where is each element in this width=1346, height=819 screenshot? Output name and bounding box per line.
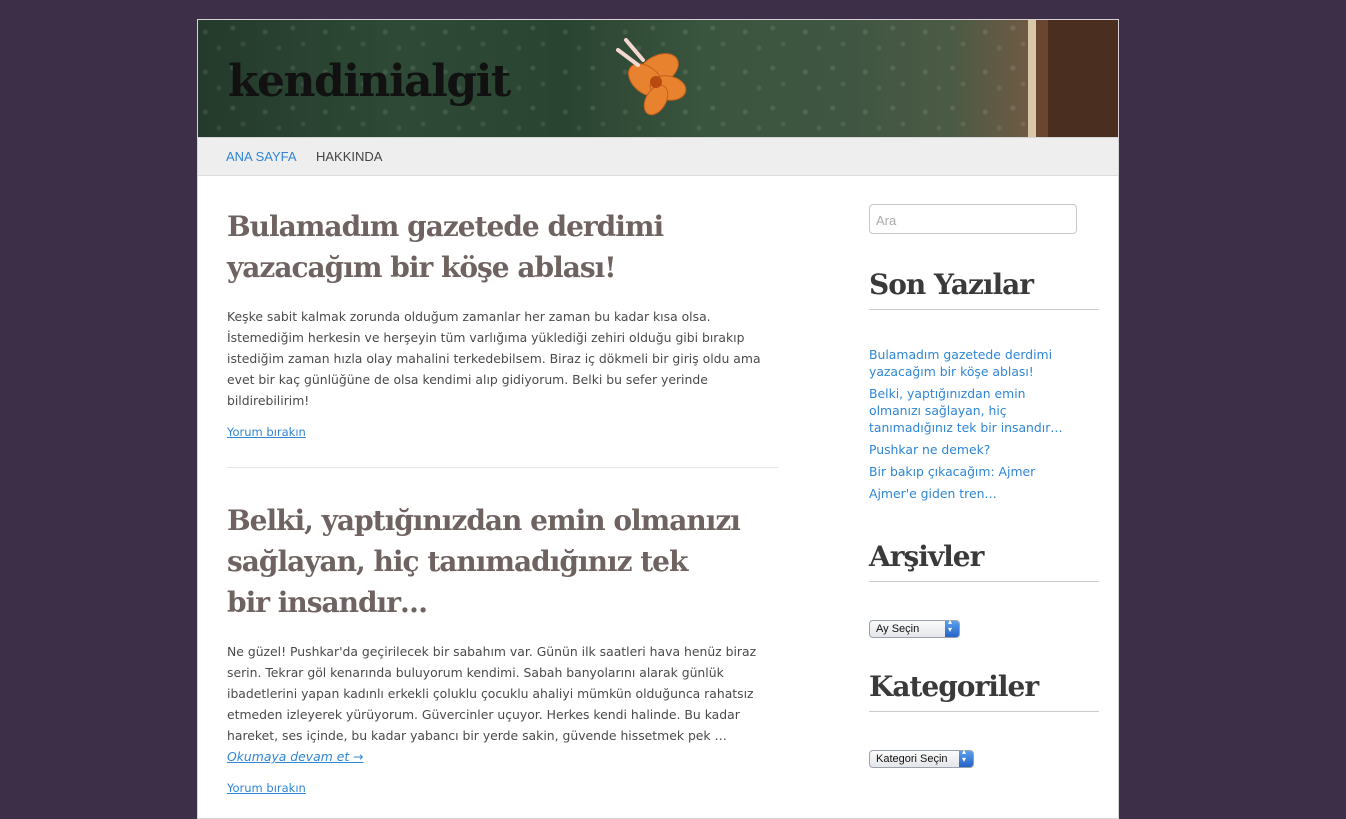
post-excerpt-text: Ne güzel! Pushkar'da geçirilecek bir sab… <box>227 644 757 743</box>
post-title-line[interactable]: Bulamadım gazetede derdimi <box>227 210 664 243</box>
post-title-line[interactable]: Belki, yaptığınızdan emin olmanızı <box>227 504 741 537</box>
recent-post-link[interactable]: Ajmer'e giden tren… <box>869 485 1069 502</box>
archives-dropdown[interactable]: Ay Seçin <box>869 617 960 638</box>
nav-item-hakkinda[interactable]: HAKKINDA <box>316 149 382 164</box>
archives-dropdown-value: Ay Seçin <box>876 623 920 635</box>
recent-posts-title: Son Yazılar <box>869 268 1099 310</box>
dropdown-arrow-icon <box>959 747 973 767</box>
nav-item-ana-sayfa[interactable]: ANA SAYFA <box>226 149 297 164</box>
recent-post-link[interactable]: Bir bakıp çıkacağım: Ajmer <box>869 463 1069 480</box>
comment-link[interactable]: Yorum bırakın <box>227 425 779 439</box>
post-title-line[interactable]: yazacağım bir köşe ablası! <box>227 251 617 284</box>
post-title[interactable]: Belki, yaptığınızdan emin olmanızı sağla… <box>227 500 779 623</box>
post-excerpt: Keşke sabit kalmak zorunda olduğum zaman… <box>227 309 761 408</box>
flower-image <box>616 38 687 116</box>
post-excerpt: Ne güzel! Pushkar'da geçirilecek bir sab… <box>227 641 779 767</box>
post-article: Belki, yaptığınızdan emin olmanızı sağla… <box>227 500 779 795</box>
post-article: Bulamadım gazetede derdimi yazacağım bir… <box>227 206 779 439</box>
categories-title: Kategoriler <box>869 670 1099 712</box>
site-title[interactable]: kendinialgit <box>228 56 511 107</box>
comment-link[interactable]: Yorum bırakın <box>227 781 779 795</box>
main-navigation: ANA SAYFA HAKKINDA <box>198 137 1118 176</box>
dropdown-arrow-icon <box>945 617 959 637</box>
recent-post-link[interactable]: Belki, yaptığınızdan emin olmanızı sağla… <box>869 385 1069 436</box>
post-title-line[interactable]: sağlayan, hiç tanımadığınız tek <box>227 545 688 578</box>
search-input[interactable]: Ara <box>869 204 1077 234</box>
read-more-link[interactable]: Okumaya devam et → <box>227 749 364 764</box>
categories-dropdown-value: Kategori Seçin <box>876 753 948 765</box>
frame-image <box>1028 20 1118 137</box>
post-title[interactable]: Bulamadım gazetede derdimi yazacağım bir… <box>227 206 779 288</box>
site-header: kendinialgit <box>198 20 1118 137</box>
recent-post-link[interactable]: Bulamadım gazetede derdimi yazacağım bir… <box>869 346 1069 380</box>
post-title-line[interactable]: bir insandır… <box>227 586 428 619</box>
archives-title: Arşivler <box>869 540 1099 582</box>
post-divider <box>227 467 778 468</box>
page-container: kendinialgit ANA SAYFA HAKKINDA Bulamadı… <box>197 19 1119 819</box>
recent-post-link[interactable]: Pushkar ne demek? <box>869 441 1069 458</box>
recent-posts-list: Bulamadım gazetede derdimi yazacağım bir… <box>869 346 1069 507</box>
categories-dropdown[interactable]: Kategori Seçin <box>869 747 974 768</box>
